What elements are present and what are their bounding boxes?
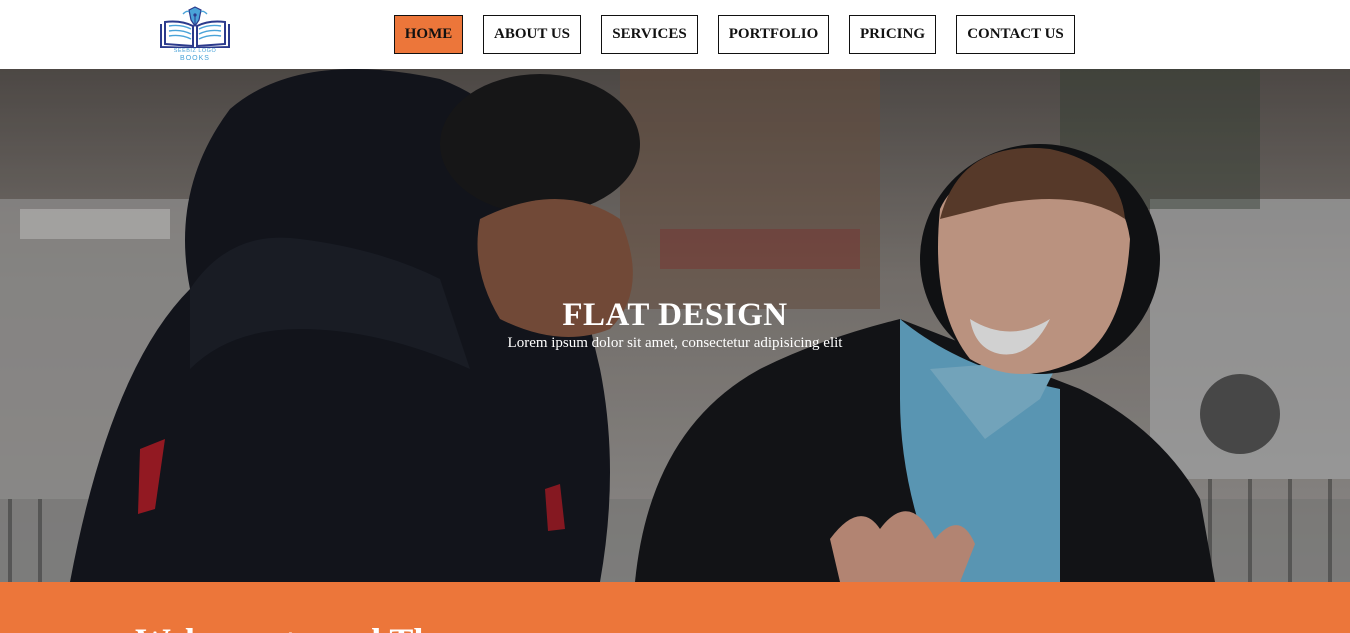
logo-text-line2: BOOKS [180,55,210,62]
logo-text-line1: SEEBIZ LOGO [173,48,217,54]
welcome-title: Welcome to and The [135,620,449,633]
open-book-pen-logo-icon [160,6,230,50]
navbar: SEEBIZ LOGO BOOKS HOME ABOUT US SERVICES… [0,0,1350,69]
hero-banner: FLAT DESIGN Lorem ipsum dolor sit amet, … [0,69,1350,582]
site-logo[interactable]: SEEBIZ LOGO BOOKS [159,6,231,66]
nav-home[interactable]: HOME [394,15,463,54]
nav-about-us[interactable]: ABOUT US [483,15,581,54]
nav-contact-us[interactable]: CONTACT US [956,15,1075,54]
hero-title: FLAT DESIGN [562,297,788,333]
nav-portfolio[interactable]: PORTFOLIO [718,15,829,54]
nav-services[interactable]: SERVICES [601,15,698,54]
hero-subtitle: Lorem ipsum dolor sit amet, consectetur … [507,335,843,351]
welcome-section: Welcome to and The [0,582,1350,633]
nav-pricing[interactable]: PRICING [849,15,936,54]
